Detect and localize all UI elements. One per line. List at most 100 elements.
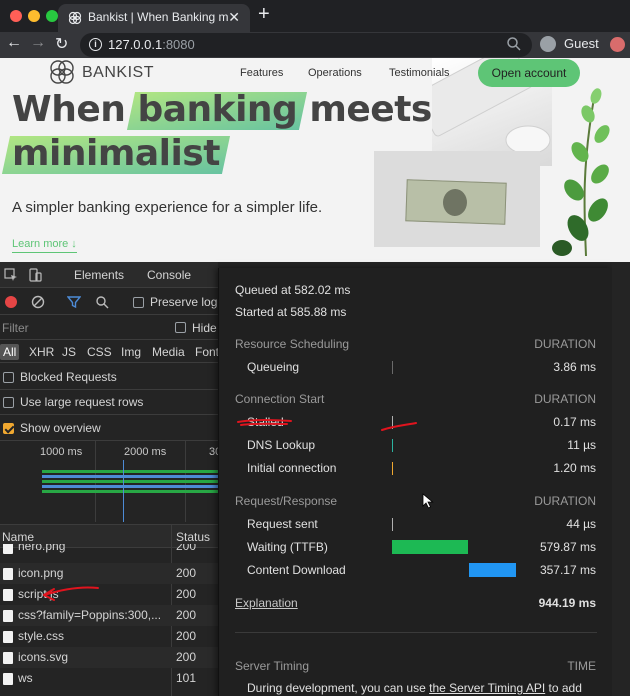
blocked-requests-checkbox[interactable] (3, 372, 14, 383)
url-host: 127.0.0.1 (108, 37, 163, 52)
hide-data-urls-checkbox[interactable] (175, 322, 186, 333)
learn-more-link[interactable]: Learn more ↓ (12, 238, 77, 253)
resource-type-filter: All XHR JS CSS Img Media Font (0, 341, 219, 363)
show-overview-checkbox[interactable] (3, 423, 14, 434)
file-icon (3, 589, 13, 601)
section-resource-scheduling: Resource Scheduling (235, 337, 350, 351)
column-status[interactable]: Status (176, 530, 210, 544)
overview-cursor (123, 460, 124, 522)
dollar-bill-photo (374, 151, 540, 247)
label-waiting-ttfb: Waiting (TTFB) (247, 540, 328, 554)
blocked-requests-row: Blocked Requests (0, 364, 218, 390)
separator (235, 632, 597, 633)
overview-bar (42, 480, 218, 483)
content-download-bar (469, 563, 516, 577)
duration-header: DURATION (534, 392, 596, 406)
large-rows-row: Use large request rows (0, 389, 218, 415)
nav-link-testimonials[interactable]: Testimonials (389, 67, 450, 79)
request-row-ws[interactable]: ws 101 (0, 668, 218, 689)
section-connection-start: Connection Start (235, 392, 325, 406)
filter-row: Filter Hide (0, 316, 218, 340)
type-filter-js[interactable]: JS (62, 345, 76, 359)
overview-bar (42, 490, 218, 493)
preserve-log-label: Preserve log (150, 295, 218, 309)
preserve-log-checkbox[interactable] (133, 297, 144, 308)
request-row-icons[interactable]: icons.svg 200 (0, 647, 218, 668)
overview-bar (42, 475, 218, 478)
search-icon[interactable] (95, 295, 109, 309)
request-row-script[interactable]: script.js 200 (0, 584, 218, 605)
record-button[interactable] (5, 296, 17, 308)
request-status: 200 (176, 587, 197, 601)
window-close-button[interactable] (10, 10, 22, 22)
browser-tab-strip: Bankist | When Banking meets minimalist … (0, 0, 630, 32)
hero-heading: When banking meets minimalist (12, 88, 432, 176)
back-button[interactable]: ← (6, 34, 22, 52)
filter-funnel-icon[interactable] (67, 295, 81, 309)
stalled-mark (392, 416, 393, 429)
file-icon (3, 610, 13, 622)
website-viewport: BANKIST Features Operations Testimonials… (0, 58, 630, 262)
duration-header: DURATION (534, 337, 596, 351)
type-filter-media[interactable]: Media (152, 345, 185, 359)
file-icon (3, 673, 13, 685)
browser-menu-icon[interactable] (610, 37, 625, 52)
request-row-style[interactable]: style.css 200 (0, 626, 218, 647)
new-tab-button[interactable]: + (258, 3, 270, 26)
type-filter-font[interactable]: Font (195, 345, 219, 359)
device-toolbar-icon[interactable] (28, 268, 42, 282)
reload-button[interactable]: ↻ (55, 34, 68, 54)
site-info-icon[interactable]: i (89, 38, 102, 51)
zoom-magnifier-icon[interactable] (506, 36, 522, 52)
label-queueing: Queueing (247, 360, 300, 374)
nav-link-features[interactable]: Features (240, 67, 283, 79)
overview-bar (42, 470, 218, 473)
explanation-link[interactable]: Explanation (235, 596, 298, 610)
address-bar[interactable]: i 127.0.0.1:8080 (80, 33, 532, 57)
image-file-icon (3, 544, 13, 554)
forward-button[interactable]: → (30, 34, 46, 52)
column-name[interactable]: Name (2, 530, 34, 544)
browser-toolbar: ← → ↻ i 127.0.0.1:8080 Guest (0, 32, 630, 58)
inspect-element-icon[interactable] (4, 268, 18, 282)
hero-subtitle: A simpler banking experience for a simpl… (12, 199, 323, 216)
file-icon (3, 652, 13, 664)
network-overview[interactable]: 1000 ms 2000 ms 30 (0, 440, 221, 522)
overview-tick-1000: 1000 ms (40, 446, 83, 458)
browser-tab[interactable]: Bankist | When Banking meets minimalist … (58, 4, 250, 32)
type-filter-img[interactable]: Img (121, 345, 141, 359)
window-zoom-button[interactable] (46, 10, 58, 22)
tab-elements[interactable]: Elements (74, 268, 124, 282)
tab-console[interactable]: Console (147, 268, 191, 282)
queued-at: Queued at 582.02 ms (235, 283, 351, 297)
hero-highlight-banking: banking (137, 89, 298, 130)
request-row-icon[interactable]: icon.png 200 (0, 563, 218, 584)
type-filter-css[interactable]: CSS (87, 345, 112, 359)
type-filter-xhr[interactable]: XHR (29, 345, 54, 359)
filter-input[interactable]: Filter (2, 321, 29, 335)
plant-photo (552, 88, 610, 257)
tab-close-icon[interactable]: ✕ (228, 9, 240, 26)
value-dns-lookup: 11 µs (567, 438, 596, 452)
timing-popover: Queued at 582.02 ms Started at 585.88 ms… (218, 268, 612, 696)
request-row-font-css[interactable]: css?family=Poppins:300,... 200 (0, 605, 218, 626)
label-request-sent: Request sent (247, 517, 318, 531)
value-content-download: 357.17 ms (539, 563, 596, 577)
label-stalled: Stalled (247, 415, 284, 429)
show-overview-row: Show overview (0, 415, 218, 441)
clear-icon[interactable] (31, 295, 45, 309)
server-timing-api-link[interactable]: the Server Timing API (429, 681, 545, 695)
waiting-ttfb-bar (392, 540, 468, 554)
bankist-logo-icon (50, 60, 74, 84)
started-at: Started at 585.88 ms (235, 305, 347, 319)
large-rows-checkbox[interactable] (3, 397, 14, 408)
nav-link-operations[interactable]: Operations (308, 67, 362, 79)
type-filter-all[interactable]: All (0, 344, 20, 360)
total-duration: 944.19 ms (538, 596, 596, 610)
label-content-download: Content Download (247, 563, 346, 577)
window-minimize-button[interactable] (28, 10, 40, 22)
request-status: 200 (176, 629, 197, 643)
request-row-hero[interactable]: hero.png 200 (0, 544, 218, 558)
request-name: script.js (18, 587, 59, 601)
duration-header: DURATION (534, 494, 596, 508)
